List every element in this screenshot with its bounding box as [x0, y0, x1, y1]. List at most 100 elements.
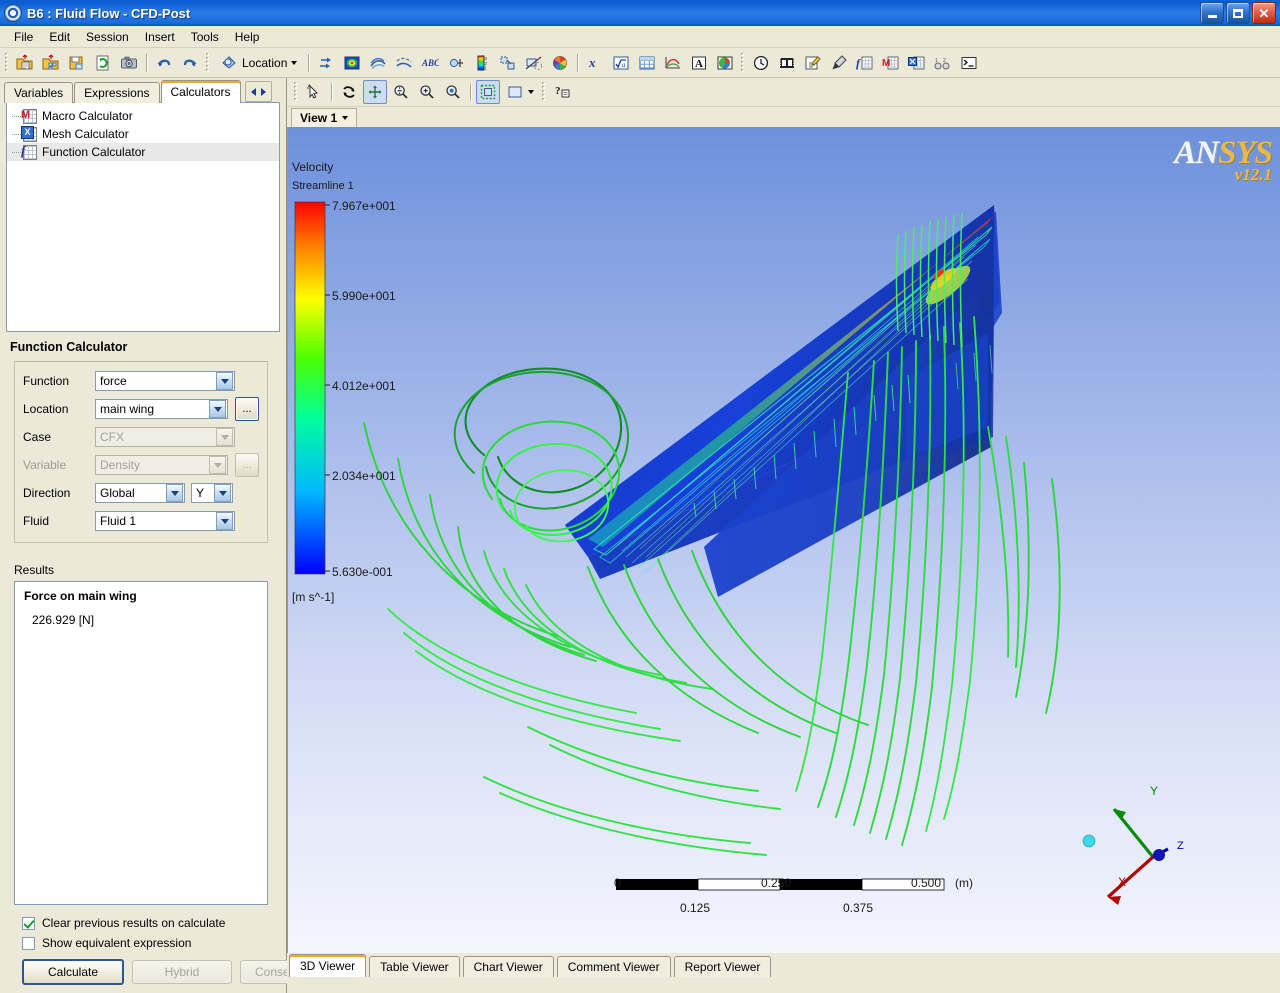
chevron-down-icon[interactable]	[216, 372, 233, 390]
tree-item-mesh-calculator[interactable]: X Mesh Calculator	[7, 125, 279, 143]
tree-item-function-calculator[interactable]: f Function Calculator	[7, 143, 279, 161]
background-color-icon[interactable]	[502, 80, 538, 104]
save-state-icon[interactable]	[65, 51, 89, 75]
location-dropdown-button[interactable]: Location	[214, 51, 303, 75]
toolbar-grip-2[interactable]	[206, 52, 210, 73]
checkbox-icon[interactable]	[22, 936, 35, 950]
chevron-right-icon[interactable]	[260, 87, 266, 96]
title-bar: B6 : Fluid Flow - CFD-Post ✕	[0, 0, 1280, 26]
field-location: Location main wing ...	[23, 397, 259, 421]
direction-frame-select[interactable]: Global	[95, 483, 185, 503]
sidebar-tabs: Variables Expressions Calculators	[0, 78, 286, 103]
menu-help[interactable]: Help	[227, 28, 268, 46]
main-toolbar: Location ABC 3 2 1 x a A f M 1 2	[0, 48, 1280, 78]
rotate-icon[interactable]	[337, 80, 361, 104]
menu-file[interactable]: File	[6, 28, 41, 46]
coordinate-frame-icon[interactable]	[444, 51, 468, 75]
menu-tools[interactable]: Tools	[183, 28, 227, 46]
edit-icon[interactable]	[801, 51, 825, 75]
clip-plane-icon[interactable]	[522, 51, 546, 75]
calculate-button[interactable]: Calculate	[22, 959, 124, 985]
undo-icon[interactable]	[152, 51, 176, 75]
variable-icon[interactable]: a	[609, 51, 633, 75]
color-wheel-icon[interactable]	[548, 51, 572, 75]
case-value: CFX	[100, 430, 124, 444]
toolbar-grip-3[interactable]	[741, 52, 746, 73]
chevron-down-icon[interactable]	[214, 484, 231, 502]
location-select[interactable]: main wing	[95, 399, 228, 419]
mesh-calculator-icon[interactable]	[905, 51, 929, 75]
chevron-down-icon[interactable]	[209, 400, 226, 418]
tab-table-viewer[interactable]: Table Viewer	[369, 956, 460, 977]
open-file-icon[interactable]	[13, 51, 37, 75]
viewer-toolbar-grip-2[interactable]	[542, 82, 546, 102]
streamline-icon[interactable]	[366, 51, 390, 75]
tab-calculators[interactable]: Calculators	[160, 80, 241, 103]
animation-icon[interactable]	[775, 51, 799, 75]
whats-this-help-icon[interactable]: ?	[550, 80, 574, 104]
checkbox-show-equivalent-expression[interactable]: Show equivalent expression	[22, 933, 278, 953]
refresh-icon[interactable]	[91, 51, 115, 75]
tree-item-label: Macro Calculator	[42, 109, 133, 123]
tree-item-macro-calculator[interactable]: M Macro Calculator	[7, 107, 279, 125]
checkbox-icon[interactable]	[22, 916, 35, 930]
menu-session[interactable]: Session	[78, 28, 137, 46]
tab-report-viewer[interactable]: Report Viewer	[673, 956, 772, 977]
view-1-tab[interactable]: View 1	[291, 107, 358, 127]
maximize-button[interactable]	[1226, 2, 1250, 24]
fit-view-icon[interactable]	[476, 80, 500, 104]
fluid-select[interactable]: Fluid 1	[95, 511, 235, 531]
chevron-left-icon[interactable]	[250, 87, 256, 96]
svg-text:1: 1	[485, 65, 488, 70]
viewport-graphics	[294, 201, 1169, 905]
zoom-out-icon[interactable]	[389, 80, 413, 104]
select-pick-icon[interactable]	[302, 80, 326, 104]
tab-chart-viewer[interactable]: Chart Viewer	[462, 956, 554, 977]
report-icon[interactable]	[713, 51, 737, 75]
toolbar-grip[interactable]	[5, 52, 9, 73]
chevron-down-icon[interactable]	[527, 90, 534, 94]
command-editor-icon[interactable]	[957, 51, 981, 75]
instancing-transform-icon[interactable]	[496, 51, 520, 75]
chevron-down-icon[interactable]	[216, 512, 233, 530]
comment-icon[interactable]: A	[687, 51, 711, 75]
minimize-button[interactable]	[1200, 2, 1224, 24]
function-calculator-icon[interactable]: f	[853, 51, 877, 75]
svg-text:a: a	[622, 61, 626, 69]
checkbox-clear-previous-results[interactable]: Clear previous results on calculate	[22, 913, 278, 933]
chevron-down-icon[interactable]	[166, 484, 183, 502]
redo-icon[interactable]	[178, 51, 202, 75]
load-results-icon[interactable]	[39, 51, 63, 75]
zoom-box-icon[interactable]	[441, 80, 465, 104]
turbo-icon[interactable]: 1 2	[931, 51, 955, 75]
pan-icon[interactable]	[363, 80, 387, 104]
tab-comment-viewer[interactable]: Comment Viewer	[556, 956, 671, 977]
contour-icon[interactable]	[340, 51, 364, 75]
macro-calculator-icon: M	[21, 108, 37, 124]
location-ellipsis-button[interactable]: ...	[235, 397, 259, 421]
vector-icon[interactable]	[314, 51, 338, 75]
particle-track-icon[interactable]	[392, 51, 416, 75]
table-icon[interactable]	[635, 51, 659, 75]
macro-calculator-icon[interactable]: M	[879, 51, 903, 75]
variable-select: Density	[95, 455, 228, 475]
direction-axis-select[interactable]: Y	[191, 483, 233, 503]
tab-variables[interactable]: Variables	[4, 82, 74, 103]
probe-icon[interactable]	[827, 51, 851, 75]
function-select[interactable]: force	[95, 371, 235, 391]
zoom-in-icon[interactable]	[415, 80, 439, 104]
snapshot-camera-icon[interactable]	[117, 51, 141, 75]
menu-insert[interactable]: Insert	[137, 28, 183, 46]
chevron-down-icon[interactable]	[342, 115, 349, 120]
expression-icon[interactable]: x	[583, 51, 607, 75]
menu-edit[interactable]: Edit	[41, 28, 78, 46]
chart-icon[interactable]	[661, 51, 685, 75]
viewer-toolbar-grip[interactable]	[294, 82, 298, 102]
timestep-icon[interactable]	[749, 51, 773, 75]
tab-expressions[interactable]: Expressions	[74, 82, 160, 103]
close-button[interactable]: ✕	[1252, 2, 1276, 24]
legend-icon[interactable]: 3 2 1	[470, 51, 494, 75]
text-abc-icon[interactable]: ABC	[418, 51, 442, 75]
tab-3d-viewer[interactable]: 3D Viewer	[289, 954, 367, 977]
3d-viewport[interactable]: ANSYS v12.1 Velocity Streamline 1 7.967e…	[287, 127, 1280, 953]
